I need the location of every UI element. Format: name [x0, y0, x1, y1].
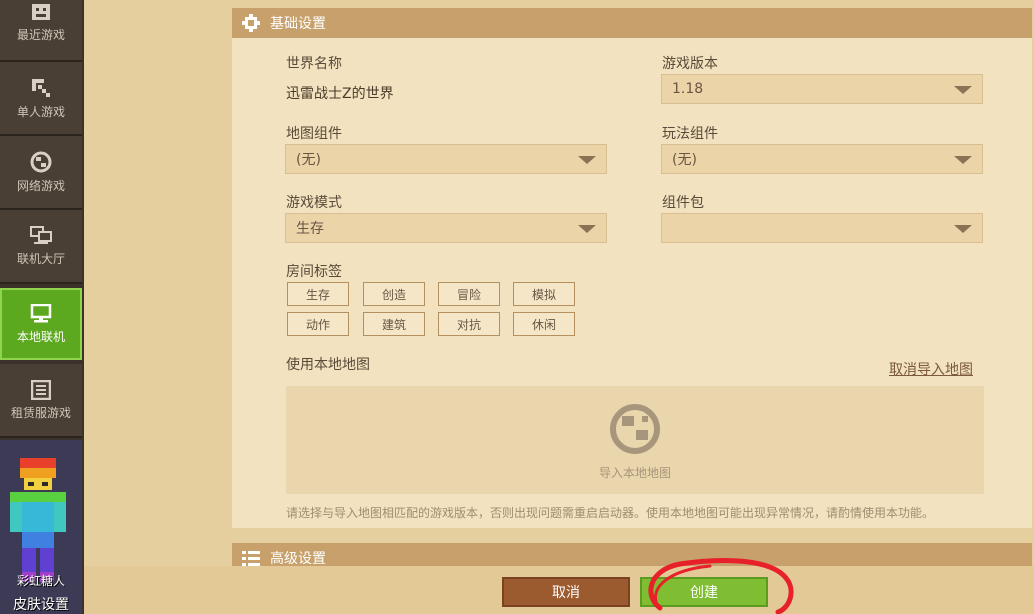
map-component-label: 地图组件: [286, 126, 342, 142]
basic-settings-title: 基础设置: [270, 16, 326, 32]
sidebar-item-single-player[interactable]: 单人游戏: [0, 62, 82, 136]
world-name-label: 世界名称: [286, 56, 342, 72]
sidebar-item-label: 单人游戏: [16, 104, 65, 119]
sidebar-item-label: 本地联机: [16, 329, 65, 344]
room-tags-label: 房间标签: [286, 264, 342, 280]
red-circle-annotation: [648, 558, 794, 614]
monitor-icon: [30, 303, 52, 322]
gameplay-component-select[interactable]: (无): [661, 144, 983, 174]
version-label: 游戏版本: [662, 56, 718, 72]
chevron-down-icon: [578, 225, 596, 233]
map-component-select[interactable]: (无): [285, 144, 607, 174]
basic-settings-header[interactable]: 基础设置: [232, 8, 1032, 38]
version-select[interactable]: 1.18: [661, 74, 983, 104]
network-icon: [30, 225, 52, 244]
room-tag-survival[interactable]: 生存: [287, 282, 349, 306]
gameplay-component-label: 玩法组件: [662, 126, 718, 142]
use-local-map-label: 使用本地地图: [286, 357, 370, 373]
room-tag-pvp[interactable]: 对抗: [438, 312, 500, 336]
game-mode-select[interactable]: 生存: [285, 213, 607, 243]
sidebar: 最近游戏 单人游戏 网络游戏 联机大厅 本地联机 租赁服游戏 彩虹糖人 皮肤设置: [0, 0, 86, 614]
map-component-select-value: (无): [296, 152, 321, 168]
chevron-down-icon: [578, 156, 596, 164]
pickaxe-icon: [32, 78, 50, 97]
gameplay-component-select-value: (无): [672, 152, 697, 168]
globe-icon: [30, 151, 52, 172]
room-tag-action[interactable]: 动作: [287, 312, 349, 336]
room-tag-casual[interactable]: 休闲: [513, 312, 575, 336]
import-map-label: 导入本地地图: [598, 466, 671, 480]
list-icon: [242, 551, 260, 566]
room-tag-simulation[interactable]: 模拟: [513, 282, 575, 306]
world-name-value[interactable]: 迅雷战士Z的世界: [286, 83, 394, 103]
sidebar-item-label: 网络游戏: [16, 178, 65, 193]
chevron-down-icon: [954, 86, 972, 94]
sidebar-item-online-games[interactable]: 网络游戏: [0, 136, 82, 210]
skin-name: 彩虹糖人: [16, 574, 65, 588]
room-tag-building[interactable]: 建筑: [363, 312, 425, 336]
rainbow-character-icon: [10, 458, 66, 582]
globe-icon: [610, 404, 660, 454]
gear-icon: [242, 14, 260, 32]
chevron-down-icon: [954, 156, 972, 164]
chevron-down-icon: [954, 225, 972, 233]
sidebar-item-lobby[interactable]: 联机大厅: [0, 210, 82, 284]
advanced-settings-title: 高级设置: [270, 551, 326, 567]
component-pack-label: 组件包: [662, 195, 704, 211]
game-mode-label: 游戏模式: [286, 195, 342, 211]
sidebar-item-rental-servers[interactable]: 租赁服游戏: [0, 364, 82, 438]
cancel-import-map-link[interactable]: 取消导入地图: [889, 359, 973, 379]
local-map-warning: 请选择与导入地图相匹配的游戏版本，否则出现问题需重启启动器。使用本地地图可能出现…: [286, 506, 935, 520]
component-pack-select[interactable]: [661, 213, 983, 243]
sidebar-item-label: 租赁服游戏: [10, 405, 71, 420]
server-list-icon: [31, 379, 51, 400]
skin-settings-link[interactable]: 皮肤设置: [0, 594, 82, 614]
gamepad-icon: [32, 3, 50, 20]
version-select-value: 1.18: [672, 81, 704, 97]
room-tag-creative[interactable]: 创造: [363, 282, 425, 306]
sidebar-item-recent-games[interactable]: 最近游戏: [0, 0, 82, 62]
sidebar-item-label: 最近游戏: [16, 27, 65, 42]
sidebar-item-label: 联机大厅: [16, 251, 65, 266]
cancel-button[interactable]: 取消: [502, 577, 630, 607]
sidebar-item-local-multiplayer[interactable]: 本地联机: [0, 288, 82, 360]
game-mode-select-value: 生存: [296, 221, 324, 237]
room-tag-adventure[interactable]: 冒险: [438, 282, 500, 306]
import-map-drop-area[interactable]: 导入本地地图: [286, 386, 984, 494]
